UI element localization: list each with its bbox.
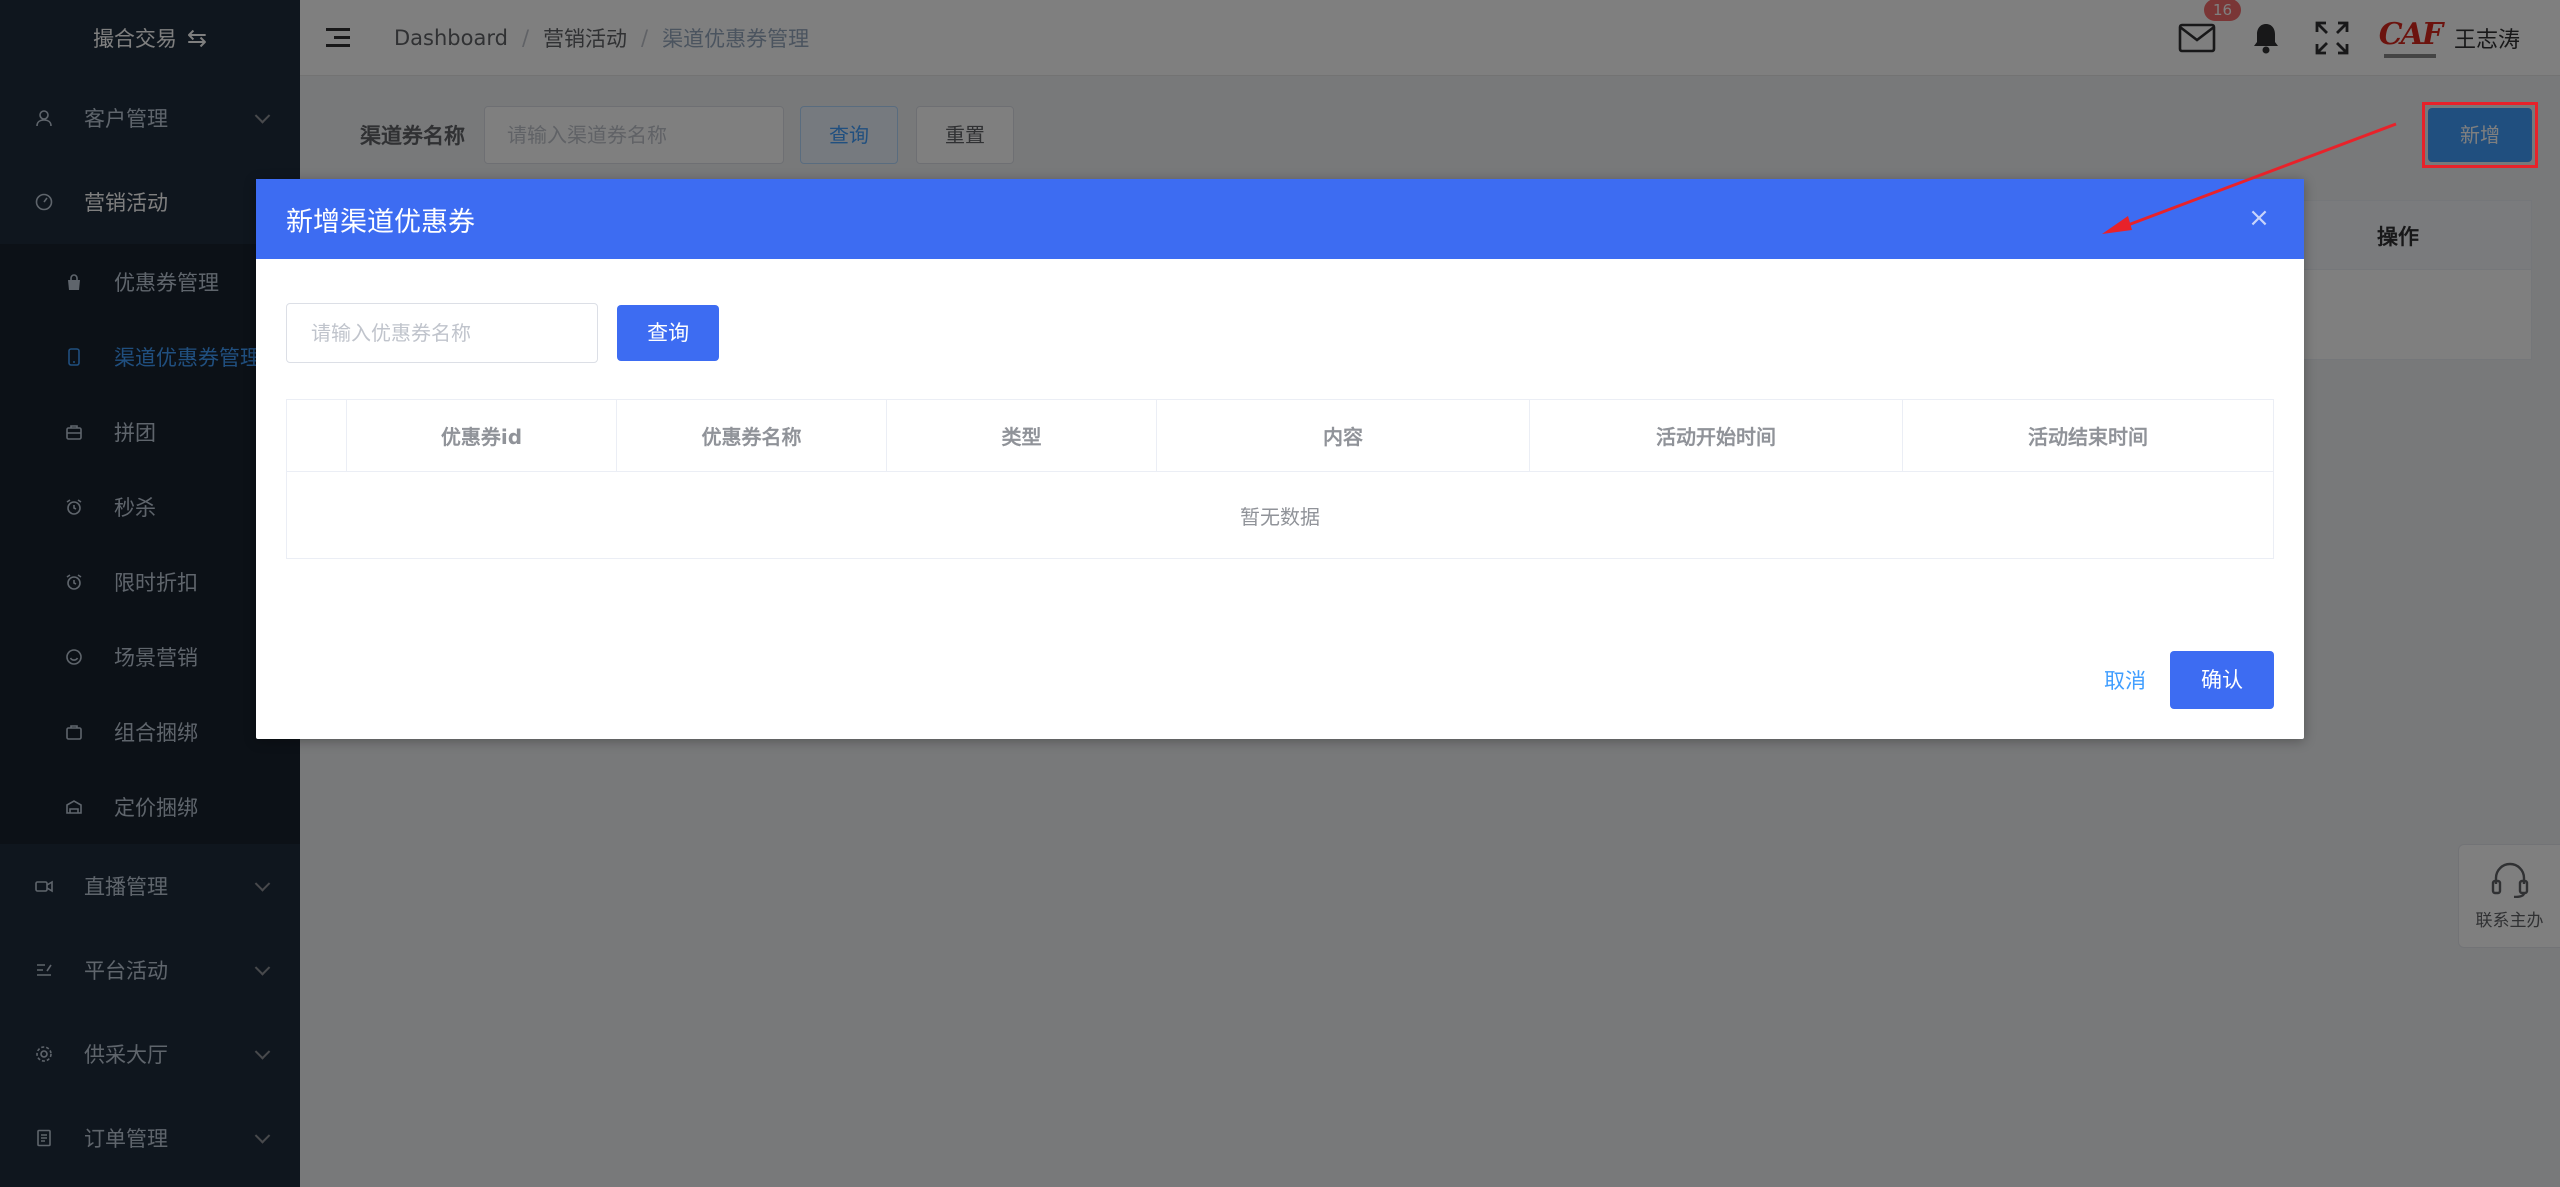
add-channel-coupon-dialog: 新增渠道优惠券 × 请输入优惠券名称 查询 优惠券id 优惠券名称 类型 内容 …: [256, 179, 2304, 739]
dialog-header: 新增渠道优惠券 ×: [256, 179, 2304, 259]
empty-state-text: 暂无数据: [1240, 504, 1320, 529]
column-header-type: 类型: [887, 400, 1157, 471]
column-header-coupon-id: 优惠券id: [347, 400, 617, 471]
column-header-select[interactable]: [287, 400, 347, 471]
dialog-footer: 取消 确认: [2104, 651, 2274, 709]
coupon-table: 优惠券id 优惠券名称 类型 内容 活动开始时间 活动结束时间 暂无数据: [286, 399, 2274, 559]
coupon-search-input[interactable]: 请输入优惠券名称: [286, 303, 598, 363]
dialog-body: 请输入优惠券名称 查询 优惠券id 优惠券名称 类型 内容 活动开始时间 活动结…: [256, 259, 2304, 559]
dialog-title: 新增渠道优惠券: [286, 206, 475, 238]
confirm-button[interactable]: 确认: [2170, 651, 2274, 709]
column-header-coupon-name: 优惠券名称: [617, 400, 887, 471]
column-header-start-time: 活动开始时间: [1530, 400, 1903, 471]
column-header-end-time: 活动结束时间: [2028, 425, 2148, 449]
annotation-highlight-box: [2422, 102, 2538, 168]
coupon-table-header: 优惠券id 优惠券名称 类型 内容 活动开始时间 活动结束时间: [287, 400, 2273, 472]
close-icon[interactable]: ×: [2244, 203, 2274, 233]
cancel-button[interactable]: 取消: [2104, 665, 2146, 695]
dialog-query-button[interactable]: 查询: [617, 305, 720, 361]
column-header-content: 内容: [1157, 400, 1530, 471]
